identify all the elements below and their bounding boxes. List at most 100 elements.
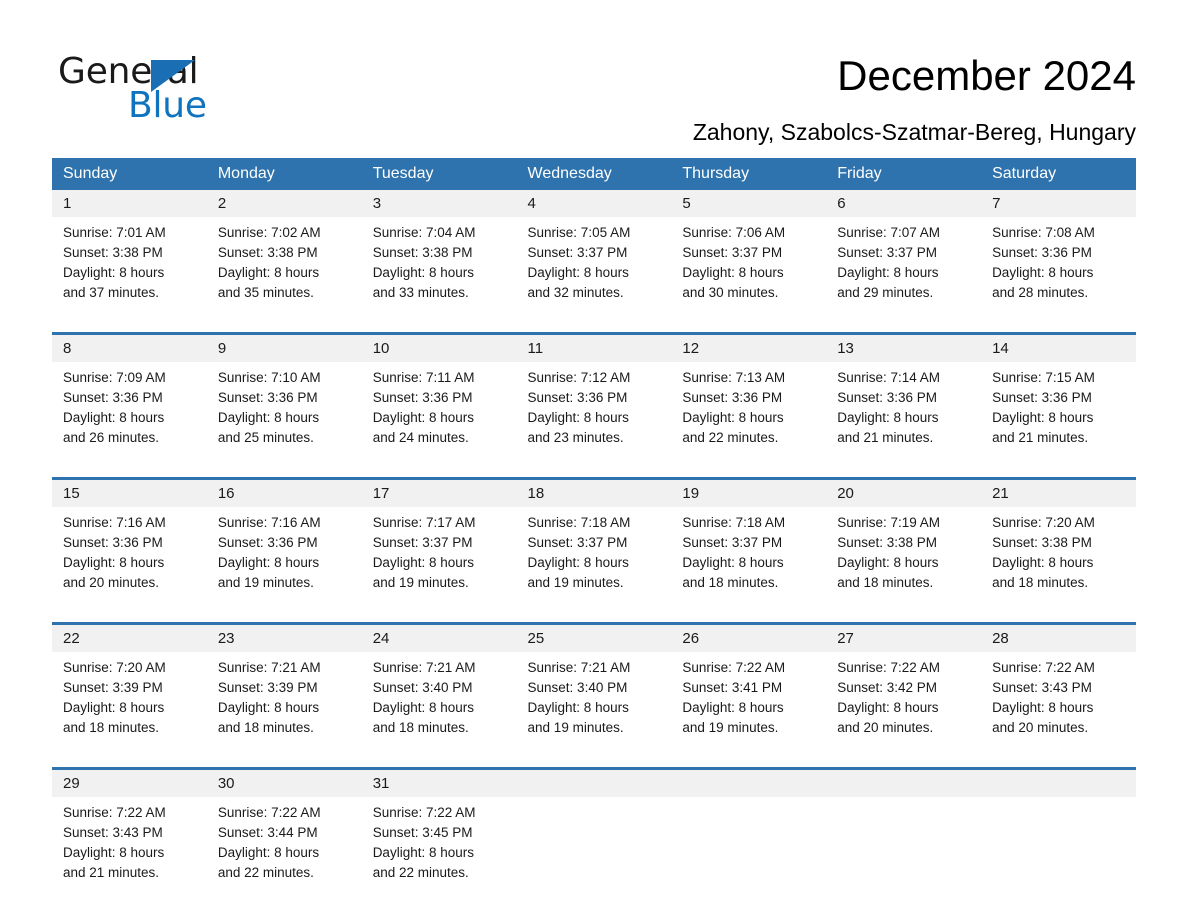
- daylight-text-line2: and 20 minutes.: [992, 720, 1089, 735]
- day-number[interactable]: 29: [52, 770, 207, 797]
- day-number[interactable]: 24: [362, 625, 517, 652]
- sunset-text: Sunset: 3:39 PM: [217, 680, 318, 695]
- day-number[interactable]: 18: [517, 480, 672, 507]
- sunrise-text: Sunrise: 7:22 AM: [372, 805, 476, 820]
- daylight-text-line1: Daylight: 8 hours: [682, 410, 784, 425]
- page-subtitle-location: Zahony, Szabolcs-Szatmar-Bereg, Hungary: [692, 119, 1136, 145]
- week-info-band: Sunrise: 7:09 AM Sunset: 3:36 PM Dayligh…: [52, 362, 1136, 465]
- daylight-text-line2: and 18 minutes.: [837, 575, 934, 590]
- day-number[interactable]: 20: [826, 480, 981, 507]
- daylight-text-line1: Daylight: 8 hours: [217, 410, 320, 425]
- daylight-text-line2: and 18 minutes.: [63, 720, 160, 735]
- day-number[interactable]: 26: [671, 625, 826, 652]
- day-cell: Sunrise: 7:04 AM Sunset: 3:38 PM Dayligh…: [362, 217, 517, 320]
- week-daynumber-band: 22 23 24 25 26 27 28: [52, 625, 1136, 652]
- sunrise-text: Sunrise: 7:02 AM: [217, 225, 321, 240]
- daylight-text-line1: Daylight: 8 hours: [63, 410, 165, 425]
- day-cell: Sunrise: 7:22 AM Sunset: 3:43 PM Dayligh…: [52, 797, 207, 900]
- sunrise-text: Sunrise: 7:22 AM: [217, 805, 321, 820]
- day-number[interactable]: 11: [517, 335, 672, 362]
- daylight-text-line2: and 20 minutes.: [837, 720, 934, 735]
- day-number[interactable]: 13: [826, 335, 981, 362]
- sunrise-text: Sunrise: 7:22 AM: [682, 660, 786, 675]
- sunrise-text: Sunrise: 7:21 AM: [372, 660, 476, 675]
- daylight-text-line1: Daylight: 8 hours: [372, 410, 474, 425]
- sunrise-text: Sunrise: 7:06 AM: [682, 225, 786, 240]
- daylight-text-line2: and 22 minutes.: [217, 865, 314, 880]
- weekday-header-monday: Monday: [217, 165, 275, 182]
- day-number[interactable]: 22: [52, 625, 207, 652]
- sunrise-text: Sunrise: 7:19 AM: [837, 515, 941, 530]
- day-cell: Sunrise: 7:07 AM Sunset: 3:37 PM Dayligh…: [826, 217, 981, 320]
- daylight-text-line2: and 22 minutes.: [372, 865, 469, 880]
- day-number[interactable]: 7: [981, 190, 1136, 217]
- daylight-text-line1: Daylight: 8 hours: [837, 265, 939, 280]
- daylight-text-line2: and 18 minutes.: [217, 720, 314, 735]
- day-number[interactable]: 30: [207, 770, 362, 797]
- day-number[interactable]: 2: [207, 190, 362, 217]
- sunset-text: Sunset: 3:38 PM: [372, 245, 473, 260]
- day-cell-empty: [517, 797, 672, 900]
- sunset-text: Sunset: 3:44 PM: [217, 825, 318, 840]
- day-number[interactable]: 12: [671, 335, 826, 362]
- weekday-header-thursday: Thursday: [682, 165, 750, 182]
- day-cell: Sunrise: 7:17 AM Sunset: 3:37 PM Dayligh…: [362, 507, 517, 610]
- sunrise-text: Sunrise: 7:16 AM: [217, 515, 321, 530]
- day-cell: Sunrise: 7:21 AM Sunset: 3:39 PM Dayligh…: [207, 652, 362, 755]
- day-number[interactable]: 5: [671, 190, 826, 217]
- sunset-text: Sunset: 3:43 PM: [992, 680, 1092, 695]
- day-number[interactable]: 14: [981, 335, 1136, 362]
- day-number[interactable]: 3: [362, 190, 517, 217]
- daylight-text-line2: and 19 minutes.: [527, 720, 624, 735]
- sunrise-text: Sunrise: 7:07 AM: [837, 225, 941, 240]
- day-cell: Sunrise: 7:08 AM Sunset: 3:36 PM Dayligh…: [981, 217, 1136, 320]
- general-blue-logo[interactable]: General Blue: [58, 52, 318, 128]
- calendar-table: Sunday Monday Tuesday Wednesday Thursday…: [52, 158, 1136, 912]
- day-number[interactable]: 31: [362, 770, 517, 797]
- sunrise-text: Sunrise: 7:09 AM: [63, 370, 166, 385]
- daylight-text-line2: and 18 minutes.: [372, 720, 469, 735]
- day-number[interactable]: 25: [517, 625, 672, 652]
- day-cell: Sunrise: 7:18 AM Sunset: 3:37 PM Dayligh…: [671, 507, 826, 610]
- day-number[interactable]: 19: [671, 480, 826, 507]
- sunset-text: Sunset: 3:36 PM: [837, 390, 938, 405]
- sunset-text: Sunset: 3:36 PM: [217, 390, 318, 405]
- day-cell: Sunrise: 7:18 AM Sunset: 3:37 PM Dayligh…: [517, 507, 672, 610]
- daylight-text-line2: and 22 minutes.: [682, 430, 779, 445]
- daylight-text-line2: and 18 minutes.: [992, 575, 1089, 590]
- day-number[interactable]: 10: [362, 335, 517, 362]
- week-daynumber-band: 8 9 10 11 12 13 14: [52, 335, 1136, 362]
- sunrise-text: Sunrise: 7:22 AM: [992, 660, 1095, 675]
- day-number[interactable]: 4: [517, 190, 672, 217]
- daylight-text-line1: Daylight: 8 hours: [527, 555, 629, 570]
- sunset-text: Sunset: 3:41 PM: [682, 680, 783, 695]
- day-number[interactable]: 21: [981, 480, 1136, 507]
- day-cell: Sunrise: 7:01 AM Sunset: 3:38 PM Dayligh…: [52, 217, 207, 320]
- day-number[interactable]: 27: [826, 625, 981, 652]
- sunset-text: Sunset: 3:43 PM: [63, 825, 163, 840]
- day-number[interactable]: 15: [52, 480, 207, 507]
- daylight-text-line1: Daylight: 8 hours: [372, 265, 474, 280]
- day-number[interactable]: 17: [362, 480, 517, 507]
- day-number[interactable]: 16: [207, 480, 362, 507]
- day-cell: Sunrise: 7:20 AM Sunset: 3:38 PM Dayligh…: [981, 507, 1136, 610]
- page-header: General Blue December 2024 Zahony, Szabo…: [0, 0, 1188, 150]
- sunrise-text: Sunrise: 7:11 AM: [372, 370, 475, 385]
- day-number[interactable]: 9: [207, 335, 362, 362]
- weekday-header-wednesday: Wednesday: [527, 165, 612, 182]
- daylight-text-line1: Daylight: 8 hours: [217, 845, 320, 860]
- sunrise-text: Sunrise: 7:15 AM: [992, 370, 1095, 385]
- week-daynumber-band: 15 16 17 18 19 20 21: [52, 480, 1136, 507]
- day-number[interactable]: 23: [207, 625, 362, 652]
- sunset-text: Sunset: 3:37 PM: [682, 535, 783, 550]
- daylight-text-line2: and 33 minutes.: [372, 285, 469, 300]
- daylight-text-line1: Daylight: 8 hours: [63, 700, 165, 715]
- day-cell: Sunrise: 7:09 AM Sunset: 3:36 PM Dayligh…: [52, 362, 207, 465]
- sunset-text: Sunset: 3:37 PM: [372, 535, 473, 550]
- sunset-text: Sunset: 3:42 PM: [837, 680, 938, 695]
- day-number[interactable]: 8: [52, 335, 207, 362]
- day-number[interactable]: 6: [826, 190, 981, 217]
- day-number[interactable]: 1: [52, 190, 207, 217]
- day-number[interactable]: 28: [981, 625, 1136, 652]
- daylight-text-line1: Daylight: 8 hours: [682, 555, 784, 570]
